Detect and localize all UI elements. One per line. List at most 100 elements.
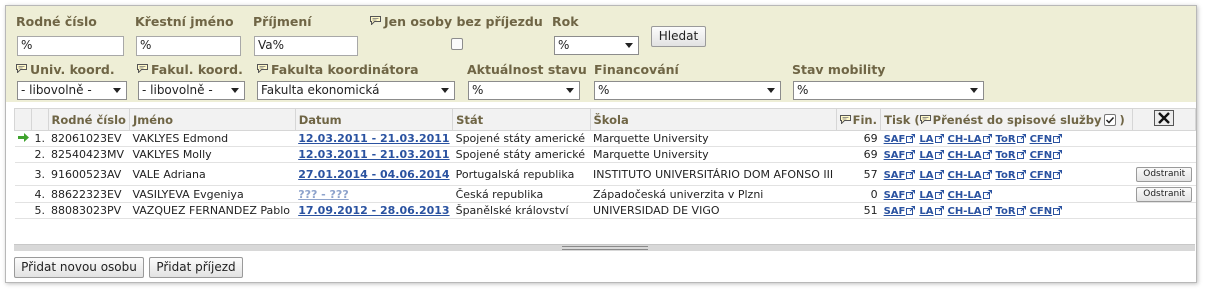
univ-koord-select[interactable]: - libovolně - bbox=[17, 81, 127, 100]
rodne-cislo-input[interactable]: % bbox=[17, 36, 124, 56]
tisk-cell: SAF LA CH-LA ToR CFN bbox=[880, 130, 1133, 147]
rok-select[interactable]: % bbox=[554, 36, 639, 55]
bez-prijezdu-checkbox[interactable] bbox=[451, 38, 463, 50]
rodne-cislo-cell: 82061023EV bbox=[48, 130, 130, 147]
row-number: 5. bbox=[31, 202, 48, 219]
datum-link[interactable]: 12.03.2011 - 21.03.2011 bbox=[298, 148, 449, 161]
table-row[interactable]: 5. 88083023PV VAZQUEZ FERNANDEZ Pablo 17.09… bbox=[14, 202, 1196, 219]
saf-link[interactable]: SAF bbox=[884, 134, 906, 145]
header-datum[interactable]: Datum bbox=[294, 108, 454, 131]
datum-link[interactable]: ??? - ??? bbox=[298, 188, 349, 201]
datum-link[interactable]: 27.01.2014 - 04.06.2014 bbox=[298, 168, 449, 181]
chla-link[interactable]: CH-LA bbox=[948, 134, 982, 145]
row-number: 2. bbox=[31, 146, 48, 163]
saf-link[interactable]: SAF bbox=[884, 206, 906, 217]
krestni-jmeno-input[interactable]: % bbox=[136, 36, 241, 56]
tor-link[interactable]: ToR bbox=[996, 170, 1016, 181]
chla-link[interactable]: CH-LA bbox=[948, 190, 982, 201]
splitter-grip[interactable] bbox=[561, 246, 648, 250]
saf-link[interactable]: SAF bbox=[884, 190, 906, 201]
fakul-koord-text: Fakul. koord. bbox=[151, 62, 243, 77]
header-jmeno[interactable]: Jméno bbox=[128, 108, 296, 131]
datum-link[interactable]: 17.09.2012 - 28.06.2013 bbox=[298, 204, 449, 217]
saf-link[interactable]: SAF bbox=[884, 150, 906, 161]
table-row[interactable]: 4. 88622323EV VASILYEVA Evgeniya??? - ??? Č… bbox=[14, 185, 1196, 203]
tisk-cell: SAF LA CH-LA bbox=[880, 185, 1133, 203]
header-tisk: Tisk (Přenést do spisové služby) bbox=[880, 108, 1134, 131]
external-link-icon bbox=[906, 134, 916, 143]
external-link-icon bbox=[1053, 150, 1063, 159]
cfn-link[interactable]: CFN bbox=[1030, 170, 1053, 181]
row-indicator bbox=[14, 130, 32, 147]
fakulta-koord-label: Fakulta koordinátora bbox=[257, 62, 419, 77]
header-rodne-cislo[interactable]: Rodné číslo bbox=[47, 108, 130, 131]
jmeno-cell: VAKLYES Molly bbox=[129, 146, 296, 163]
hledat-button[interactable]: Hledat bbox=[651, 26, 706, 47]
row-indicator bbox=[14, 185, 32, 203]
speech-bubble-icon bbox=[919, 114, 931, 125]
aktualnost-label: Aktuálnost stavu bbox=[467, 62, 587, 77]
header-fin[interactable]: Fin. bbox=[835, 108, 882, 131]
stav-mobility-value: % bbox=[797, 83, 809, 97]
speech-bubble-icon bbox=[257, 64, 268, 73]
tor-link[interactable]: ToR bbox=[996, 150, 1016, 161]
resize-splitter[interactable] bbox=[14, 244, 1195, 251]
speech-bubble-icon bbox=[16, 64, 27, 73]
krestni-jmeno-label: Křestní jméno bbox=[135, 14, 234, 29]
rodne-cislo-cell: 88083023PV bbox=[48, 202, 130, 219]
chla-link[interactable]: CH-LA bbox=[948, 170, 982, 181]
action-cell bbox=[1132, 146, 1196, 163]
saf-link[interactable]: SAF bbox=[884, 170, 906, 181]
cfn-link[interactable]: CFN bbox=[1030, 134, 1053, 145]
skola-cell: Západočeská univerzita v Plzni bbox=[590, 185, 837, 203]
chevron-down-icon bbox=[767, 88, 775, 93]
datum-cell: ??? - ??? bbox=[295, 185, 453, 203]
tisk-suffix: ) bbox=[1119, 112, 1125, 127]
remove-button[interactable]: Odstranit bbox=[1136, 187, 1193, 202]
la-link[interactable]: LA bbox=[919, 170, 933, 181]
table-row[interactable]: 1. 82061023EV VAKLYES Edmond 12.03.2011 - 2… bbox=[14, 130, 1196, 147]
rodne-cislo-label: Rodné číslo bbox=[16, 14, 97, 29]
external-link-icon bbox=[934, 206, 944, 215]
action-cell bbox=[1132, 202, 1196, 219]
add-arrival-button[interactable]: Přidat příjezd bbox=[149, 257, 243, 278]
excel-export-icon[interactable] bbox=[1154, 110, 1175, 126]
cfn-link[interactable]: CFN bbox=[1030, 206, 1053, 217]
table-row[interactable]: 3. 91600523AV VALE Adriana 27.01.2014 - 04.… bbox=[14, 162, 1196, 186]
remove-button[interactable]: Odstranit bbox=[1136, 167, 1193, 182]
fakul-koord-select[interactable]: - libovolně - bbox=[138, 81, 245, 100]
stav-mobility-select[interactable]: % bbox=[793, 81, 984, 100]
external-link-icon bbox=[982, 134, 992, 143]
skola-cell: Marquette University bbox=[590, 130, 837, 147]
tor-link[interactable]: ToR bbox=[996, 134, 1016, 145]
la-link[interactable]: LA bbox=[919, 206, 933, 217]
header-stat[interactable]: Stát bbox=[452, 108, 591, 131]
cfn-link[interactable]: CFN bbox=[1030, 150, 1053, 161]
row-number: 3. bbox=[31, 162, 48, 186]
external-link-icon bbox=[982, 189, 992, 199]
la-link[interactable]: LA bbox=[919, 150, 933, 161]
chevron-down-icon bbox=[625, 43, 633, 48]
action-cell: Odstranit bbox=[1132, 185, 1196, 203]
prijmeni-input[interactable]: Va% bbox=[254, 36, 358, 56]
header-skola[interactable]: Škola bbox=[589, 108, 837, 131]
external-link-icon bbox=[934, 134, 944, 143]
fin-cell: 69 bbox=[836, 130, 881, 147]
la-link[interactable]: LA bbox=[919, 134, 933, 145]
chla-link[interactable]: CH-LA bbox=[948, 150, 982, 161]
financovani-select[interactable]: % bbox=[594, 81, 781, 100]
aktualnost-select[interactable]: % bbox=[468, 81, 580, 100]
filter-panel: Rodné číslo Křestní jméno Příjmení Jen o… bbox=[6, 6, 1196, 102]
spisova-sluzba-checkbox[interactable] bbox=[1104, 113, 1117, 126]
add-person-button[interactable]: Přidat novou osobu bbox=[14, 257, 144, 278]
table-row[interactable]: 2. 82540423MV VAKLYES Molly 12.03.2011 - 21… bbox=[14, 146, 1196, 163]
fakulta-koord-select[interactable]: Fakulta ekonomická bbox=[257, 81, 455, 100]
fakul-koord-label: Fakul. koord. bbox=[137, 62, 243, 77]
chla-link[interactable]: CH-LA bbox=[948, 206, 982, 217]
tor-link[interactable]: ToR bbox=[996, 206, 1016, 217]
skola-cell: INSTITUTO UNIVERSITÁRIO DOM AFONSO III bbox=[590, 162, 837, 186]
la-link[interactable]: LA bbox=[919, 190, 933, 201]
row-number: 1. bbox=[31, 130, 48, 147]
financovani-value: % bbox=[598, 83, 610, 97]
datum-link[interactable]: 12.03.2011 - 21.03.2011 bbox=[298, 132, 449, 145]
